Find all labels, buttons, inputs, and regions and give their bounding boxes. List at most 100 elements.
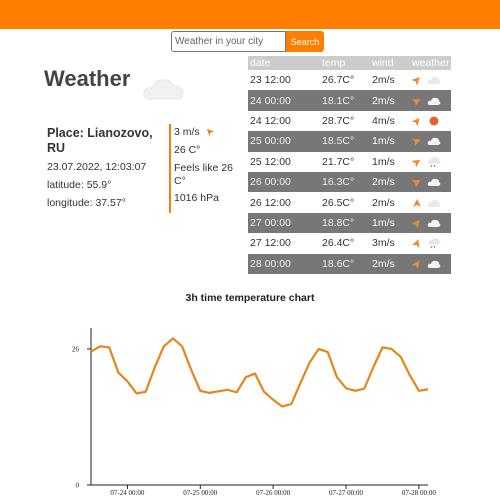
page-title: Weather	[44, 66, 131, 91]
table-row: 26 00:00 16.3C° 2m/s	[248, 171, 451, 193]
cloud-icon	[427, 219, 441, 228]
header-temp: temp	[320, 56, 370, 70]
row-date: 25 00:00	[248, 131, 320, 152]
row-wind: 2m/s	[370, 253, 410, 274]
x-tick-label: 07-24 00:00	[110, 489, 145, 497]
table-row: 26 12:00 26.5C° 2m/s	[248, 192, 451, 213]
row-date: 24 00:00	[248, 90, 320, 111]
cloud-icon	[427, 260, 441, 268]
row-wind: 2m/s	[370, 192, 410, 213]
cloud-icon	[427, 138, 441, 146]
header-wind: wind	[370, 56, 410, 70]
row-icons	[410, 212, 451, 234]
row-temp: 26.5C°	[320, 192, 370, 213]
row-icons	[410, 90, 451, 111]
cloud-icon	[427, 97, 441, 105]
table-row: 25 00:00 18.5C° 1m/s	[248, 131, 451, 152]
row-wind: 2m/s	[370, 90, 410, 111]
row-icons	[410, 233, 451, 254]
cloud-icon	[427, 179, 441, 187]
table-row: 27 12:00 26.4C° 3m/s	[248, 233, 451, 254]
x-tick-label: 07-27 00:00	[329, 489, 364, 497]
rain-icon	[428, 238, 440, 249]
current-feels-like: Feels like 26 C°	[174, 162, 233, 187]
x-tick-label: 07-28 00:00	[402, 489, 437, 497]
row-icons	[410, 253, 451, 274]
row-date: 23 12:00	[248, 70, 320, 91]
row-icons	[410, 192, 451, 213]
wind-arrow-icon	[206, 128, 214, 136]
x-tick-label: 07-26 00:00	[256, 489, 291, 497]
row-temp: 18.5C°	[320, 131, 370, 152]
table-row: 27 00:00 18.8C° 1m/s	[248, 212, 451, 234]
row-date: 28 00:00	[248, 253, 320, 274]
table-row: 23 12:00 26.7C° 2m/s	[248, 70, 451, 91]
table-row: 24 00:00 18.1C° 2m/s	[248, 90, 451, 111]
wind-direction-icon	[412, 77, 420, 86]
wind-direction-icon	[413, 198, 421, 207]
wind-direction-icon	[412, 159, 421, 167]
row-temp: 18.1C°	[320, 90, 370, 111]
row-wind: 1m/s	[370, 151, 410, 172]
table-row: 24 12:00 28.7C° 4m/s	[248, 110, 451, 132]
rain-icon	[428, 157, 440, 168]
row-temp: 26.7C°	[320, 70, 370, 91]
x-tick-label: 07-25 00:00	[183, 489, 218, 497]
row-date: 26 12:00	[248, 192, 320, 213]
location-name: Place: Lianozovo, RU	[47, 126, 153, 155]
row-temp: 18.6C°	[320, 253, 370, 274]
row-icons	[410, 131, 451, 152]
wind-direction-icon	[412, 98, 421, 106]
header-weather: weather	[410, 56, 451, 70]
longitude-value: longitude: 37.57°	[47, 197, 126, 209]
forecast-header-row: date temp wind weather	[248, 56, 451, 70]
row-temp: 28.7C°	[320, 110, 370, 132]
row-temp: 26.4C°	[320, 233, 370, 254]
row-date: 26 00:00	[248, 171, 320, 193]
row-wind: 2m/s	[370, 171, 410, 193]
temperature-series-line	[90, 337, 429, 408]
row-wind: 1m/s	[370, 131, 410, 152]
row-wind: 4m/s	[370, 110, 410, 132]
row-icons	[410, 151, 451, 172]
current-divider	[169, 124, 171, 213]
row-date: 24 12:00	[248, 110, 320, 132]
row-temp: 16.3C°	[320, 171, 370, 193]
table-row: 28 00:00 18.6C° 2m/s	[248, 253, 451, 274]
header-bar	[0, 0, 500, 29]
row-wind: 2m/s	[370, 70, 410, 91]
y-tick-label: 26	[72, 345, 80, 353]
temperature-chart: 0 26 07-24 00:00 07-25 00:00 07-26 00:00 07-2…	[72, 328, 437, 497]
row-date: 27 12:00	[248, 233, 320, 254]
search-input[interactable]	[171, 31, 286, 52]
current-temp: 26 C°	[174, 144, 201, 156]
wind-direction-icon	[412, 260, 420, 269]
latitude-value: latitude: 55.9°	[47, 179, 112, 191]
wind-direction-icon	[412, 219, 420, 229]
row-date: 27 00:00	[248, 212, 320, 234]
y-tick-label: 0	[76, 482, 80, 490]
row-temp: 21.7C°	[320, 151, 370, 172]
wind-direction-icon	[412, 180, 421, 188]
wind-direction-icon	[412, 118, 420, 127]
row-wind: 3m/s	[370, 233, 410, 254]
row-date: 25 12:00	[248, 151, 320, 172]
search-button[interactable]: Search	[286, 31, 324, 52]
row-icons	[410, 70, 451, 91]
current-pressure: 1016 hPa	[174, 192, 219, 204]
forecast-table: date temp wind weather 23 12:00 26.7C° 2m/…	[248, 56, 451, 274]
wind-direction-icon	[412, 139, 421, 147]
cloud-icon	[427, 199, 441, 207]
current-wind: 3 m/s	[174, 126, 215, 139]
sun-icon	[429, 116, 439, 126]
row-temp: 18.8C°	[320, 212, 370, 234]
row-wind: 1m/s	[370, 212, 410, 234]
current-wind-value: 3 m/s	[174, 126, 200, 138]
row-icons	[410, 110, 451, 132]
wind-direction-icon	[412, 239, 420, 249]
row-icons	[410, 171, 451, 193]
table-row: 25 12:00 21.7C° 1m/s	[248, 151, 451, 172]
header-date: date	[248, 56, 320, 70]
cloud-icon	[427, 77, 441, 85]
cloud-icon	[143, 79, 184, 100]
